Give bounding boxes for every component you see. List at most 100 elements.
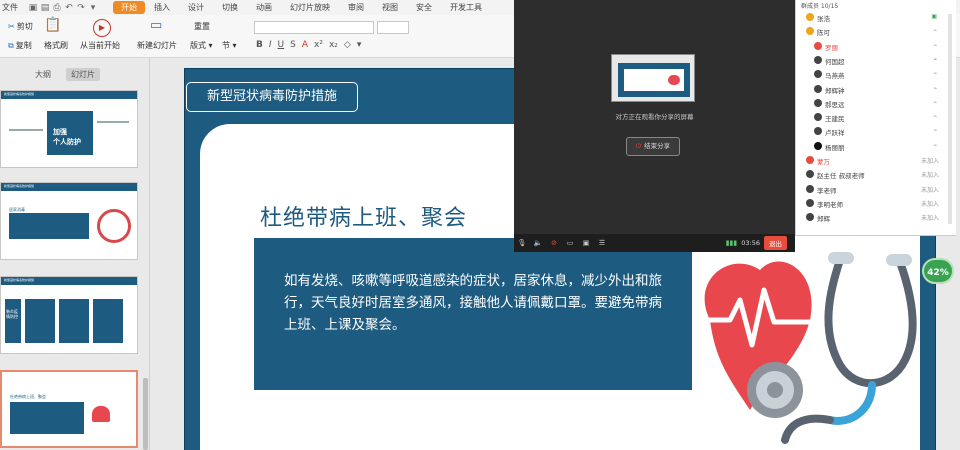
menu-design[interactable]: 设计: [179, 2, 213, 13]
print-icon[interactable]: ⎙: [51, 3, 63, 13]
member-row[interactable]: 马燕燕 ⌁: [796, 68, 953, 81]
slide-thumb-3[interactable]: 新型冠状病毒防护措施 肺炎疫情防控: [0, 276, 138, 354]
menu-slideshow[interactable]: 幻灯片放映: [281, 2, 339, 13]
slide-heading[interactable]: 杜绝带病上班、聚会: [260, 200, 467, 232]
member-row[interactable]: 张浩 ▣: [796, 11, 953, 24]
copy-icon: ⧉: [8, 41, 14, 50]
thumb-box: [5, 299, 21, 343]
bold-icon[interactable]: B: [256, 40, 263, 50]
play-icon[interactable]: ▶: [93, 19, 111, 37]
panel-tabs: 大纲 幻灯片: [30, 68, 100, 81]
cut-button[interactable]: ✂ 剪切: [8, 21, 33, 32]
new-slide-button[interactable]: 新建幻灯片: [137, 40, 177, 51]
menu-security[interactable]: 安全: [407, 2, 441, 13]
case-icon[interactable]: ▾: [357, 40, 362, 50]
member-row[interactable]: 李老师 未加入: [796, 183, 953, 196]
slide-thumb-1[interactable]: 新型冠状病毒防护措施 加强 个人防护: [0, 90, 138, 168]
avatar: [806, 156, 814, 164]
member-row[interactable]: 赵主任 叔叔老师 未加入: [796, 168, 953, 181]
scrollbar[interactable]: [143, 378, 148, 450]
thumb-title: 新型冠状病毒防护措施: [4, 278, 35, 282]
member-row[interactable]: 何国超 ⌁: [796, 54, 953, 67]
screen-icon[interactable]: ▭: [562, 239, 578, 247]
avatar: [814, 70, 822, 79]
mic-status-icon: ⌁: [933, 98, 937, 106]
member-name: 罗丽: [825, 43, 838, 52]
member-name: 马燕燕: [825, 72, 845, 81]
slide-thumb-4[interactable]: 杜绝带病上班、聚会: [0, 370, 138, 448]
play-from-current-button[interactable]: 从当前开始: [80, 40, 120, 51]
menu-file[interactable]: 文件: [0, 2, 27, 13]
member-scrollbar[interactable]: [948, 14, 952, 224]
member-row[interactable]: 杨丽丽 ⌁: [796, 140, 953, 153]
member-row[interactable]: 郑辉钟 ⌁: [796, 83, 953, 96]
mic-icon[interactable]: 🎙: [514, 239, 530, 247]
member-row[interactable]: 李明老师 未加入: [796, 197, 953, 210]
font-name-field[interactable]: [254, 21, 374, 34]
avatar: [814, 41, 822, 50]
menu-animation[interactable]: 动画: [247, 2, 281, 13]
member-row[interactable]: 卢跃祥 ⌁: [796, 125, 953, 138]
stop-share-button[interactable]: ⏻ 结束分享: [626, 137, 680, 156]
member-name: 卢跃祥: [825, 129, 845, 138]
dropdown-icon[interactable]: ▾: [87, 3, 99, 13]
strikethrough-icon[interactable]: S: [290, 40, 296, 50]
section-button[interactable]: 节 ▾: [222, 40, 237, 51]
mic-status-icon: ⌁: [933, 127, 937, 135]
member-row[interactable]: 陈可 ⌁: [796, 25, 953, 38]
save-icon[interactable]: ▣: [27, 3, 39, 13]
italic-icon[interactable]: I: [269, 40, 272, 50]
reset-button[interactable]: 重置: [194, 21, 210, 32]
camera-off-icon[interactable]: ⊘: [546, 239, 562, 247]
open-icon[interactable]: ▤: [39, 3, 51, 13]
member-row[interactable]: 蒙万 未加入: [796, 154, 953, 167]
menu-developer[interactable]: 开发工具: [441, 2, 491, 13]
menu-home[interactable]: 开始: [113, 1, 145, 14]
slide-thumb-2[interactable]: 新型冠状病毒防护措施 居家消毒: [0, 182, 138, 260]
menu-insert[interactable]: 插入: [145, 2, 179, 13]
redo-icon[interactable]: ↷: [75, 3, 87, 13]
tab-outline[interactable]: 大纲: [30, 68, 56, 81]
member-row[interactable]: 罗丽 ⌁: [796, 40, 953, 53]
exit-button[interactable]: 退出: [764, 236, 787, 250]
heart-icon: [92, 406, 110, 422]
font-color-icon[interactable]: A: [302, 40, 308, 50]
speaker-icon[interactable]: 🔈: [530, 239, 546, 247]
undo-icon[interactable]: ↶: [63, 3, 75, 13]
menu-transition[interactable]: 切换: [213, 2, 247, 13]
tab-slides[interactable]: 幻灯片: [66, 68, 100, 81]
scissors-icon: ✂: [8, 22, 15, 31]
font-size-field[interactable]: [377, 21, 409, 34]
power-icon: ⏻: [635, 142, 642, 150]
format-painter-button[interactable]: 格式刷: [44, 40, 68, 51]
layout-button[interactable]: 版式 ▾: [190, 40, 213, 51]
paste-icon[interactable]: 📋: [44, 17, 61, 33]
slide-tag[interactable]: 新型冠状病毒防护措施: [186, 82, 358, 112]
preview-heart: [668, 75, 680, 85]
avatar: [806, 198, 814, 207]
new-slide-icon[interactable]: ▭: [150, 18, 162, 33]
superscript-icon[interactable]: x²: [314, 40, 323, 50]
call-timer: 03:56: [741, 239, 760, 247]
clear-format-icon[interactable]: ◇: [344, 40, 351, 50]
member-status: 未加入: [920, 158, 939, 165]
avatar: [814, 55, 822, 64]
member-row[interactable]: 郑辉 未加入: [796, 211, 953, 224]
menu-review[interactable]: 审阅: [339, 2, 373, 13]
subscript-icon[interactable]: x₂: [329, 40, 338, 50]
zoom-indicator[interactable]: 42%: [922, 258, 954, 284]
avatar: [806, 170, 814, 179]
member-row[interactable]: 王建民 ⌁: [796, 111, 953, 124]
menu-view[interactable]: 视图: [373, 2, 407, 13]
chat-icon[interactable]: ▣: [578, 239, 594, 247]
slide-body-text[interactable]: 如有发烧、咳嗽等呼吸道感染的症状，居家休息，减少外出和旅行，天气良好时居室多通风…: [284, 270, 668, 336]
app-window: 文件 ▣ ▤ ⎙ ↶ ↷ ▾ 开始 插入 设计 切换 动画 幻灯片放映 审阅 视…: [0, 0, 960, 450]
member-status: 未加入: [920, 172, 939, 180]
avatar: [814, 98, 822, 107]
share-message: 对方正在观看你分享的屏幕: [615, 113, 694, 121]
member-row[interactable]: 郝思远 ⌁: [796, 97, 953, 110]
members-icon[interactable]: ☰: [594, 239, 610, 247]
copy-button[interactable]: ⧉ 复制: [8, 40, 32, 51]
avatar: [806, 184, 814, 193]
underline-icon[interactable]: U: [278, 40, 285, 50]
